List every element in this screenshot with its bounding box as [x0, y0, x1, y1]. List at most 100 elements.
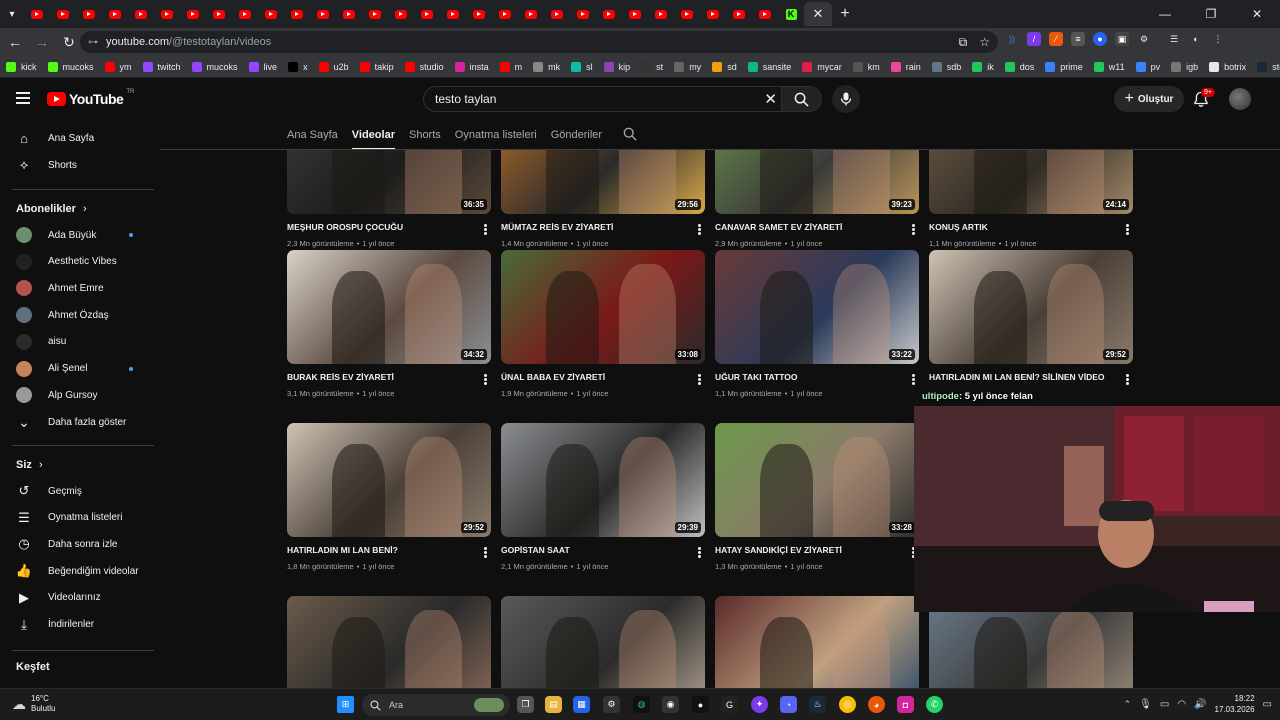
browser-tab[interactable] — [102, 0, 128, 28]
video-thumbnail[interactable] — [501, 596, 705, 688]
video-thumbnail[interactable]: 29:52 — [929, 250, 1133, 364]
extension-icon[interactable]: ● — [1093, 32, 1107, 46]
browser-tab[interactable] — [284, 0, 310, 28]
browser-tab[interactable] — [128, 0, 154, 28]
extension-icon[interactable]: / — [1027, 32, 1041, 46]
video-title[interactable]: BURAK REİS EV ZİYARETİ — [287, 372, 477, 382]
wifi-icon[interactable]: ◠ — [1177, 699, 1186, 710]
url-input[interactable]: ⊶ youtube.com/@testotaylan/videos ⧉ ☆ — [80, 31, 998, 53]
browser-tab[interactable] — [336, 0, 362, 28]
tray-chevron-icon[interactable]: ⌃ — [1124, 699, 1132, 710]
bookmark-w11[interactable]: w11 — [1093, 61, 1125, 72]
create-button[interactable]: + Oluştur — [1114, 86, 1184, 112]
sidebar-item[interactable]: aisu — [0, 329, 155, 355]
bookmark-insta[interactable]: insta — [454, 61, 489, 72]
video-title[interactable]: GOPİSTAN SAAT — [501, 545, 691, 555]
close-tab-icon[interactable]: ✕ — [813, 6, 824, 22]
sidebar-item[interactable]: ⟡ Shorts — [0, 152, 155, 178]
bookmark-kip[interactable]: kip — [603, 61, 630, 72]
bookmark-steam[interactable]: steam — [1257, 61, 1280, 72]
more-actions-icon[interactable] — [484, 547, 487, 558]
bookmark-dos[interactable]: dos — [1004, 61, 1034, 72]
video-thumbnail[interactable] — [287, 596, 491, 688]
extension-icon[interactable]: ▣ — [1115, 32, 1129, 46]
bookmark-mucoks[interactable]: mucoks — [191, 61, 238, 72]
bookmark-mk[interactable]: mk — [533, 61, 560, 72]
bookmark-ym[interactable]: ym — [104, 61, 132, 72]
minimize-icon[interactable]: — — [1142, 0, 1188, 28]
extension-icon[interactable]: ⁄ — [1049, 32, 1063, 46]
video-thumbnail[interactable]: 36:35 — [287, 150, 491, 214]
channel-tab[interactable]: Shorts — [409, 120, 441, 150]
bookmark-kick[interactable]: kick — [6, 61, 37, 72]
browser-tab[interactable] — [76, 0, 102, 28]
browser-tab[interactable]: K — [778, 0, 804, 28]
app-icon[interactable]: ✦ — [751, 696, 768, 713]
more-actions-icon[interactable] — [1126, 224, 1129, 235]
obs-icon[interactable]: ● — [692, 696, 709, 713]
video-thumbnail[interactable]: 33:28 — [715, 423, 919, 537]
browser-tab[interactable] — [24, 0, 50, 28]
github-icon[interactable]: ◉ — [662, 696, 679, 713]
more-actions-icon[interactable] — [484, 374, 487, 385]
firefox-icon[interactable]: ◕ — [868, 696, 885, 713]
browser-tab[interactable] — [440, 0, 466, 28]
more-actions-icon[interactable] — [698, 224, 701, 235]
channel-tab[interactable]: Gönderiler — [551, 120, 602, 150]
video-title[interactable]: KONUŞ ARTIK — [929, 222, 1119, 232]
video-thumbnail[interactable]: 29:56 — [501, 150, 705, 214]
browser-tab[interactable] — [518, 0, 544, 28]
menu-icon[interactable]: ⋮ — [1211, 32, 1225, 46]
bookmark-sl[interactable]: sl — [571, 61, 593, 72]
video-thumbnail[interactable]: 33:08 — [501, 250, 705, 364]
video-thumbnail[interactable]: 39:23 — [715, 150, 919, 214]
bookmark-rain[interactable]: rain — [890, 61, 921, 72]
tab-search-icon[interactable]: ▾ — [0, 9, 24, 20]
install-app-icon[interactable]: ⧉ — [959, 35, 968, 50]
browser-tab[interactable] — [596, 0, 622, 28]
weather-widget[interactable]: ☁ 16°C Bulutlu — [12, 694, 55, 714]
hamburger-menu-icon[interactable] — [16, 92, 30, 104]
channel-tab[interactable]: Videolar — [351, 120, 396, 150]
bookmark-star-icon[interactable]: ☆ — [979, 35, 990, 50]
sidebar-item[interactable]: ⌂ Ana Sayfa — [0, 125, 155, 151]
you-heading[interactable]: Siz › — [16, 459, 43, 471]
browser-tab[interactable] — [700, 0, 726, 28]
extension-icon[interactable]: ≡ — [1071, 32, 1085, 46]
bookmark-twitch[interactable]: twitch — [142, 61, 181, 72]
back-icon[interactable]: ← — [3, 30, 27, 54]
search-input[interactable]: testo taylan ✕ — [423, 86, 822, 112]
network-icon[interactable]: ▭ — [1160, 699, 1169, 710]
voice-search-button[interactable] — [832, 85, 860, 113]
whatsapp-icon[interactable]: ✆ — [926, 696, 943, 713]
bookmark-mucoks[interactable]: mucoks — [47, 61, 94, 72]
bookmark-pv[interactable]: pv — [1135, 61, 1160, 72]
account-avatar[interactable] — [1229, 88, 1251, 110]
clear-search-icon[interactable]: ✕ — [764, 90, 777, 108]
browser-tab[interactable] — [544, 0, 570, 28]
bookmark-live[interactable]: live — [248, 61, 277, 72]
browser-tab[interactable] — [180, 0, 206, 28]
close-window-icon[interactable]: ✕ — [1234, 0, 1280, 28]
video-thumbnail[interactable]: 29:39 — [501, 423, 705, 537]
volume-icon[interactable]: 🔊 — [1194, 699, 1206, 710]
video-title[interactable]: HATAY SANDIKİÇİ EV ZİYARETİ — [715, 545, 905, 555]
sidebar-item[interactable]: ⤓ İndirilenler — [0, 612, 155, 638]
search-button[interactable] — [781, 87, 821, 111]
site-info-icon[interactable]: ⊶ — [88, 37, 98, 48]
video-title[interactable]: ÜNAL BABA EV ZİYARETİ — [501, 372, 691, 382]
sidebar-item[interactable]: Aesthetic Vibes — [0, 249, 155, 275]
more-actions-icon[interactable] — [484, 224, 487, 235]
more-actions-icon[interactable] — [698, 374, 701, 385]
steam-icon[interactable]: ♨ — [809, 696, 826, 713]
bookmark-m[interactable]: m — [499, 61, 522, 72]
bookmark-igb[interactable]: igb — [1171, 61, 1198, 72]
bookmark-u2b[interactable]: u2b — [318, 61, 349, 72]
extension-icon[interactable]: )) — [1005, 32, 1019, 46]
sidebar-item[interactable]: Alp Gursoy — [0, 382, 155, 408]
instagram-icon[interactable]: ◘ — [897, 696, 914, 713]
sidebar-item[interactable]: Ali Şenel — [0, 356, 155, 382]
file-explorer-icon[interactable]: ▤ — [545, 696, 562, 713]
sidebar-item[interactable]: Ahmet Özdaş — [0, 302, 155, 328]
browser-tab[interactable] — [648, 0, 674, 28]
